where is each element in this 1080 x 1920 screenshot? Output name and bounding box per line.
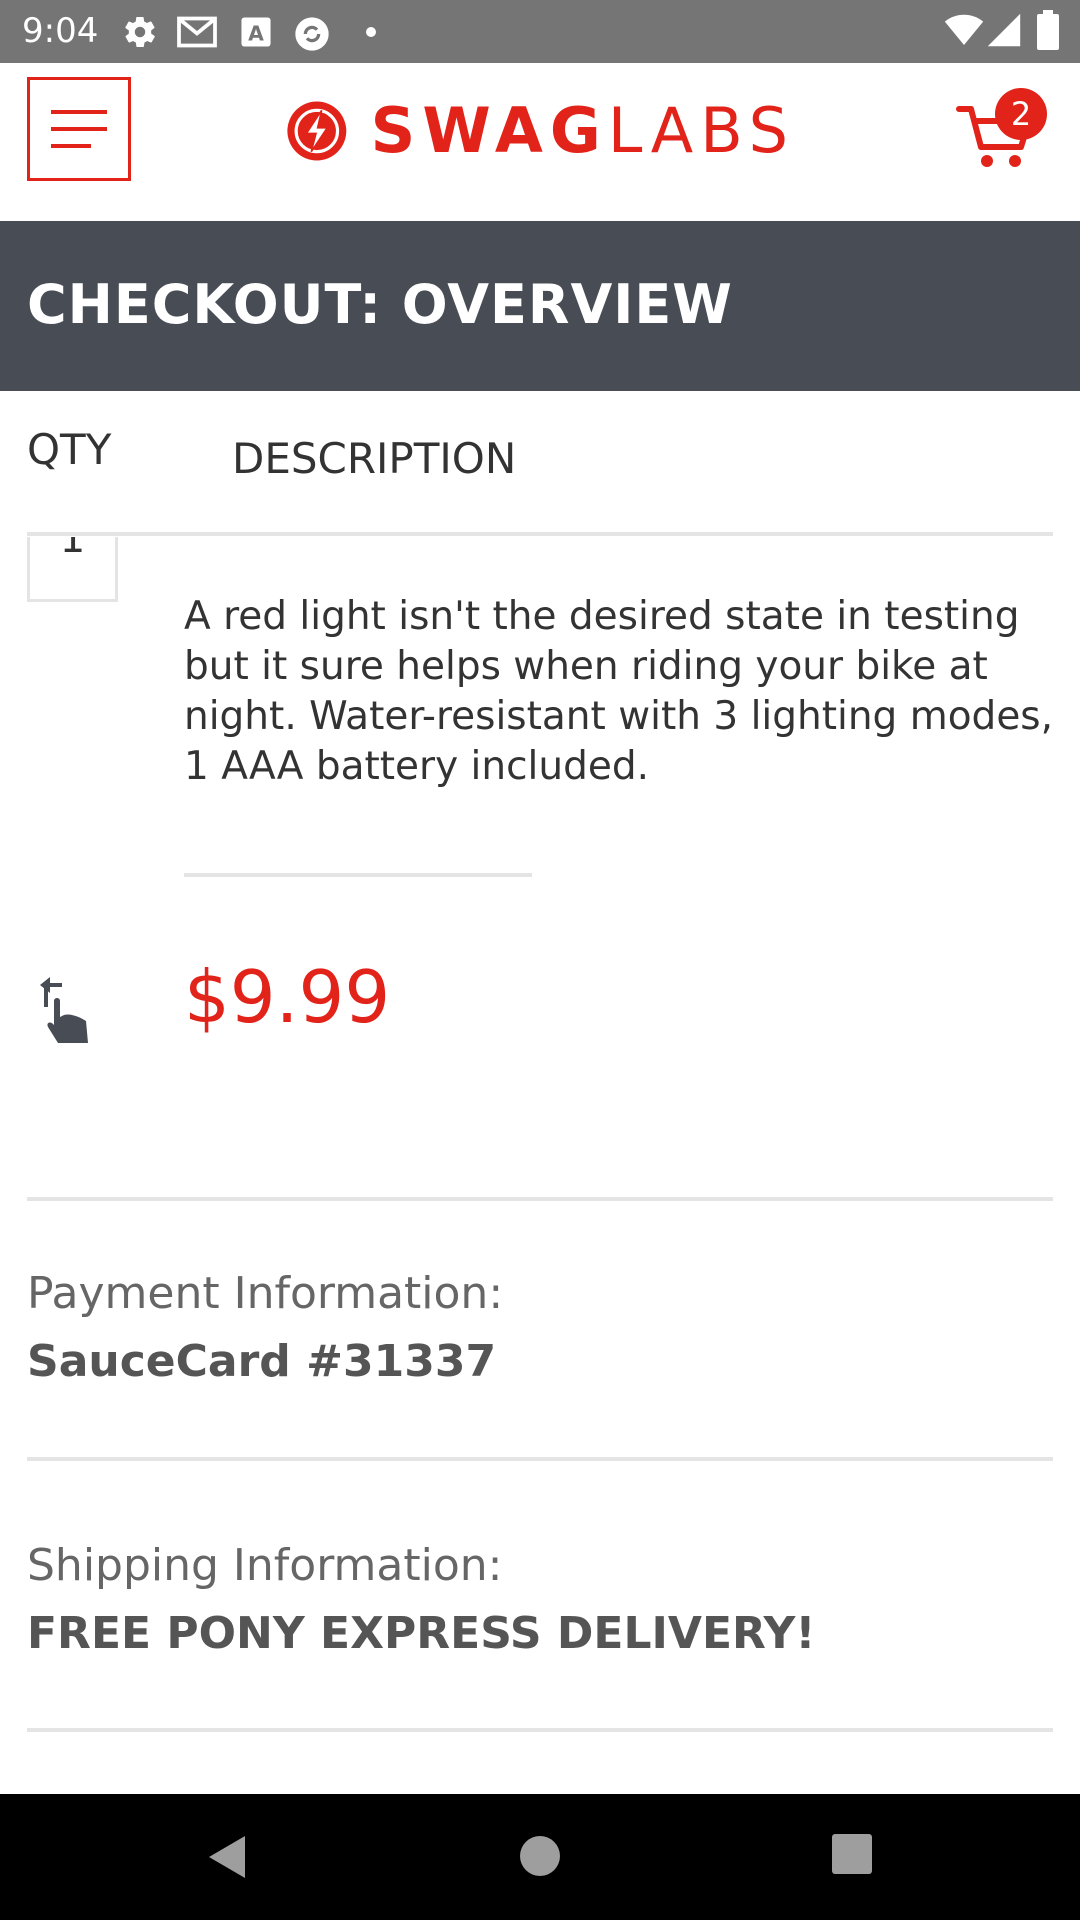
touch-scroll-icon[interactable] xyxy=(36,975,96,1045)
cart-item: 1 A red light isn't the desired state in… xyxy=(0,537,1080,1007)
cart-button[interactable]: 2 xyxy=(955,83,1055,183)
app-header: SWAGLABS 2 xyxy=(0,63,1080,221)
cart-badge: 2 xyxy=(995,88,1047,140)
brand-name-light: LABS xyxy=(607,94,795,167)
gmail-icon xyxy=(177,16,217,48)
recents-icon[interactable] xyxy=(830,1832,874,1876)
payment-divider xyxy=(27,1457,1053,1461)
item-price-row: $9.99 xyxy=(0,955,1080,1075)
back-icon[interactable] xyxy=(205,1832,255,1882)
item-price: $9.99 xyxy=(184,955,391,1039)
brand-name-strong: SWAG xyxy=(370,94,608,167)
item-quantity: 1 xyxy=(59,537,86,562)
svg-text:A: A xyxy=(248,22,264,46)
system-nav-bar xyxy=(0,1794,1080,1920)
swag-labs-logo-icon xyxy=(287,101,347,161)
menu-button[interactable] xyxy=(27,77,131,181)
brand-name: SWAGLABS xyxy=(371,88,795,174)
a-notification-icon: A xyxy=(241,17,271,47)
payment-info-label: Payment Information: xyxy=(27,1268,504,1319)
status-bar: 9:04 A xyxy=(0,0,1080,63)
payment-info-value: SauceCard #31337 xyxy=(27,1336,497,1387)
battery-icon xyxy=(1037,10,1059,50)
shipping-info-value: FREE PONY EXPRESS DELIVERY! xyxy=(27,1608,816,1659)
description-column-header: DESCRIPTION xyxy=(232,434,517,483)
item-description: A red light isn't the desired state in t… xyxy=(184,594,1054,789)
item-bottom-divider xyxy=(27,1197,1053,1201)
status-time: 9:04 xyxy=(22,11,99,51)
qty-column-header: QTY xyxy=(27,425,112,474)
title-bar: CHECKOUT: OVERVIEW xyxy=(0,221,1080,391)
gear-icon xyxy=(125,16,155,48)
shipping-info-label: Shipping Information: xyxy=(27,1540,503,1591)
home-icon[interactable] xyxy=(516,1832,564,1880)
sync-icon xyxy=(295,17,329,51)
shipping-divider xyxy=(27,1728,1053,1732)
item-divider xyxy=(184,873,532,877)
list-header-divider xyxy=(27,532,1053,536)
brand-logo: SWAGLABS xyxy=(285,88,795,174)
signal-icon xyxy=(987,13,1021,47)
item-quantity-box: 1 xyxy=(27,537,118,602)
page-title: CHECKOUT: OVERVIEW xyxy=(27,273,733,336)
wifi-icon xyxy=(944,14,984,45)
hamburger-menu-icon xyxy=(51,110,107,148)
dot-icon xyxy=(366,27,376,37)
